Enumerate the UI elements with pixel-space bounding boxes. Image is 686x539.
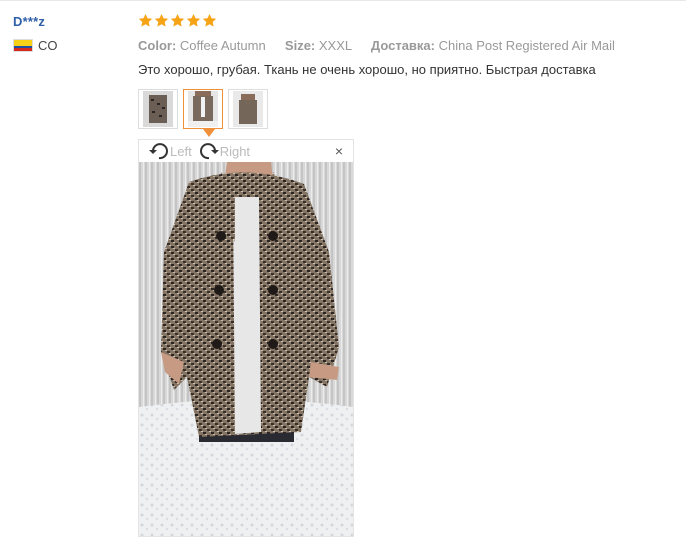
coat-photo-thumbnail-image <box>143 91 173 127</box>
coat-photo-thumbnail-image <box>233 91 263 127</box>
photo-thumbnail-3[interactable] <box>228 89 268 129</box>
attr-size-value: XXXL <box>318 38 352 53</box>
photo-viewer-toolbar: Left Right × <box>139 140 353 162</box>
order-attributes: Color: Coffee Autumn Size: XXXL Доставка… <box>138 38 678 53</box>
attr-shipping-value: China Post Registered Air Mail <box>438 38 615 53</box>
attr-color-value: Coffee Autumn <box>179 38 266 53</box>
close-icon[interactable]: × <box>335 143 343 159</box>
attr-shipping-key: Доставка: <box>370 38 435 53</box>
attr-color-key: Color: <box>138 38 177 53</box>
review-body: Color: Coffee Autumn Size: XXXL Доставка… <box>138 13 678 77</box>
rotate-right-button[interactable]: Right <box>198 141 250 161</box>
reviewer-name: D***z <box>13 14 46 29</box>
review-photo-thumbnails <box>138 89 268 137</box>
coat-photo <box>139 162 353 536</box>
attr-size-key: Size: <box>284 38 316 53</box>
reviewer-info: D***z CO <box>13 14 58 53</box>
top-divider <box>0 0 686 1</box>
rotate-right-label: Right <box>219 143 251 159</box>
star-icon <box>202 13 217 31</box>
star-icon <box>154 13 169 31</box>
country-code: CO <box>38 38 58 53</box>
rotate-left-icon <box>149 143 168 160</box>
selected-pointer <box>203 129 215 137</box>
star-icon <box>170 13 185 31</box>
colombia-flag-icon <box>13 39 33 52</box>
review-text: Это хорошо, грубая. Ткань не очень хорош… <box>138 62 596 77</box>
rotate-left-button[interactable]: Left <box>148 141 192 161</box>
rotate-left-label: Left <box>170 143 192 159</box>
photo-viewer: Left Right × <box>138 139 354 537</box>
coat-photo-thumbnail-image <box>188 91 218 127</box>
reviewer-country: CO <box>13 38 58 53</box>
rotate-right-icon <box>199 143 219 160</box>
star-rating <box>138 13 678 31</box>
photo-thumbnail-2-selected[interactable] <box>183 89 223 137</box>
star-icon <box>186 13 201 31</box>
photo-thumbnail-1[interactable] <box>138 89 178 129</box>
star-icon <box>138 13 153 31</box>
